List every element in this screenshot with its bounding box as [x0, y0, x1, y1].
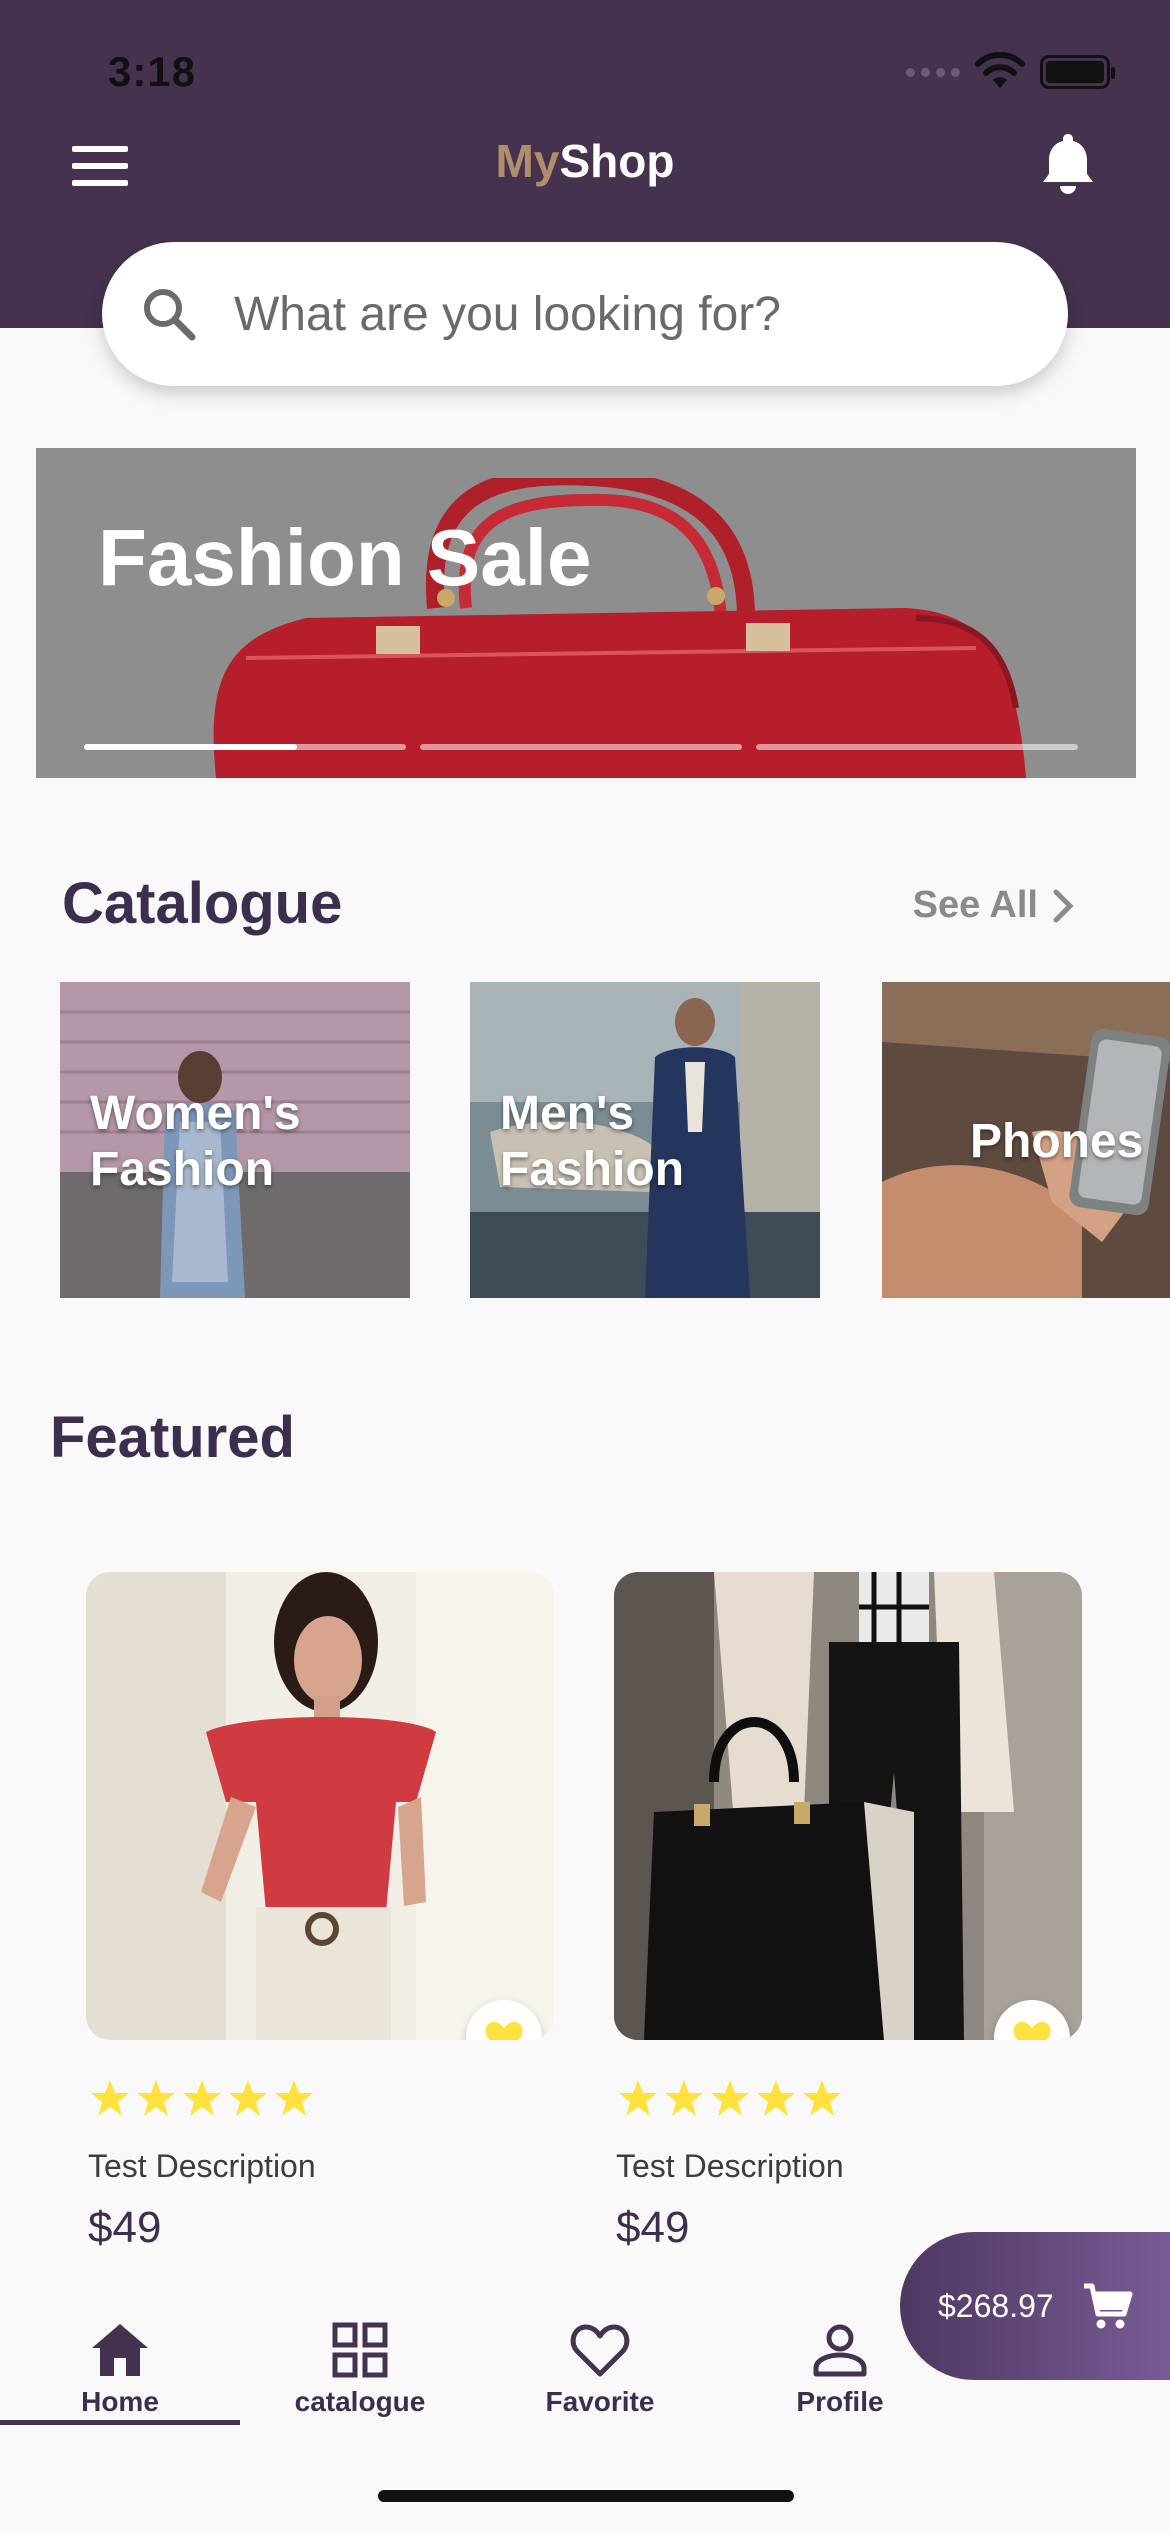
status-time: 3:18 — [108, 48, 197, 95]
tab-home[interactable]: Home — [0, 2306, 240, 2426]
heart-icon — [485, 2021, 523, 2040]
catalogue-title: Catalogue — [62, 871, 343, 936]
catalogue-item-phones[interactable]: Phones — [882, 982, 1170, 1298]
product-description: Test Description — [88, 2148, 316, 2184]
star-icon — [665, 2080, 703, 2116]
see-all-link[interactable]: See All — [913, 884, 1074, 927]
tab-label: Home — [81, 2386, 159, 2417]
tab-favorite[interactable]: Favorite — [480, 2306, 720, 2426]
rating-stars — [618, 2078, 1082, 2118]
grid-icon — [332, 2322, 388, 2378]
black-handbag-image — [614, 1572, 1082, 2040]
star-icon — [619, 2080, 657, 2116]
product-image[interactable] — [86, 1572, 554, 2040]
search-bar[interactable] — [102, 242, 1068, 386]
catalogue-item-label: Women's Fashion — [90, 1087, 301, 1196]
banner-title: Fashion Sale — [98, 513, 592, 602]
home-icon — [92, 2324, 148, 2376]
tab-profile[interactable]: Profile — [720, 2306, 960, 2426]
notification-button[interactable] — [1038, 130, 1098, 196]
shopping-cart-icon — [1083, 2283, 1133, 2329]
catalogue-item-womens-fashion[interactable]: Women's Fashion — [60, 982, 410, 1298]
status-icons — [906, 52, 1115, 92]
star-icon — [275, 2080, 313, 2116]
tab-label: Profile — [796, 2386, 884, 2417]
brand-my: My — [495, 135, 560, 187]
chevron-right-icon — [1053, 889, 1074, 922]
heart-icon — [570, 2324, 630, 2377]
rating-stars — [90, 2078, 554, 2118]
banner-indicator — [756, 744, 1078, 750]
search-icon — [144, 289, 196, 341]
banner-indicator-progress — [84, 744, 297, 750]
heart-icon — [1013, 2021, 1051, 2040]
featured-title: Featured — [50, 1405, 295, 1470]
promo-banner[interactable]: Fashion Sale — [36, 448, 1136, 778]
brand-title: MyShop — [0, 134, 1170, 188]
red-blouse-image — [86, 1572, 554, 2040]
catalogue-item-label: Men's Fashion — [500, 1087, 685, 1196]
star-icon — [91, 2080, 129, 2116]
catalogue-item-label: Phones — [970, 1115, 1144, 1168]
tab-catalogue[interactable]: catalogue — [240, 2306, 480, 2426]
banner-indicators — [84, 744, 1078, 750]
star-icon — [803, 2080, 841, 2116]
brand-shop: Shop — [559, 135, 675, 187]
product-card[interactable]: Test Description $49 — [86, 1572, 554, 2253]
star-icon — [229, 2080, 267, 2116]
star-icon — [183, 2080, 221, 2116]
active-tab-indicator — [0, 2420, 240, 2425]
product-description: Test Description — [616, 2148, 844, 2184]
star-icon — [757, 2080, 795, 2116]
battery-icon — [1040, 55, 1115, 89]
product-card[interactable]: Test Description $49 — [614, 1572, 1082, 2253]
banner-indicator — [84, 744, 406, 750]
banner-indicator — [420, 744, 742, 750]
star-icon — [711, 2080, 749, 2116]
bell-icon — [1043, 134, 1093, 194]
home-indicator — [378, 2490, 794, 2502]
see-all-label: See All — [912, 884, 1038, 926]
star-icon — [137, 2080, 175, 2116]
product-price: $49 — [88, 2203, 162, 2252]
catalogue-item-mens-fashion[interactable]: Men's Fashion — [470, 982, 820, 1298]
product-image[interactable] — [614, 1572, 1082, 2040]
signal-icon — [906, 67, 960, 77]
person-icon — [813, 2324, 867, 2377]
tab-label: catalogue — [294, 2386, 426, 2417]
bottom-tab-bar: Home catalogue Favorite Profile — [0, 2306, 960, 2426]
wifi-icon — [975, 52, 1025, 88]
tab-label: Favorite — [545, 2386, 655, 2417]
search-input[interactable] — [234, 286, 1014, 342]
